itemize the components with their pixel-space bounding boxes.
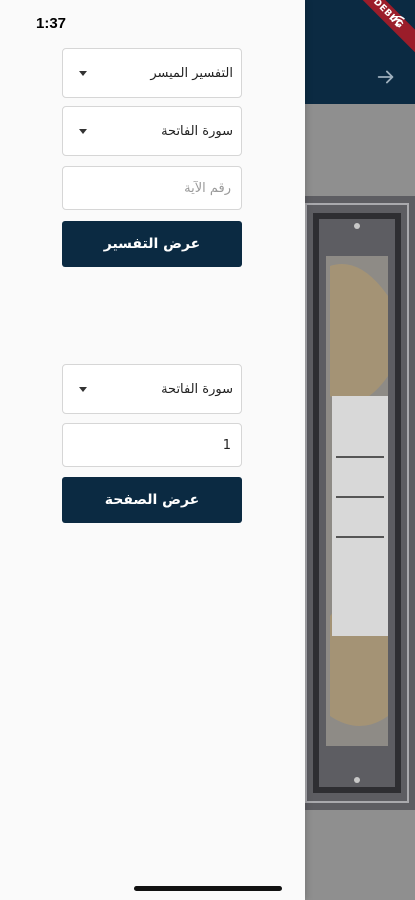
surah-select-value: سورة الفاتحة <box>161 382 233 397</box>
status-time: 1:37 <box>36 15 67 32</box>
show-tafsir-button[interactable]: عرض التفسير <box>62 221 242 267</box>
ayah-number-input[interactable] <box>63 167 241 209</box>
home-indicator[interactable] <box>134 886 282 891</box>
page-number-field[interactable] <box>62 423 242 467</box>
surah-select-tafsir[interactable]: سورة الفاتحة <box>62 106 242 156</box>
surah-select-page[interactable]: سورة الفاتحة <box>62 364 242 414</box>
mushaf-page-image <box>300 196 415 810</box>
caret-down-icon <box>79 387 87 392</box>
page-number-input[interactable] <box>63 424 241 466</box>
surah-select-value: سورة الفاتحة <box>161 124 233 139</box>
tafsir-select[interactable]: التفسير الميسر <box>62 48 242 98</box>
wifi-icon <box>389 13 405 32</box>
caret-down-icon <box>79 129 87 134</box>
tafsir-select-value: التفسير الميسر <box>150 66 233 81</box>
arrow-forward-icon[interactable] <box>375 66 397 88</box>
caret-down-icon <box>79 71 87 76</box>
navigation-drawer: التفسير الميسر سورة الفاتحة عرض التفسير … <box>0 0 305 900</box>
show-page-button[interactable]: عرض الصفحة <box>62 477 242 523</box>
ayah-number-field[interactable] <box>62 166 242 210</box>
status-bar: 1:37 <box>0 0 415 50</box>
